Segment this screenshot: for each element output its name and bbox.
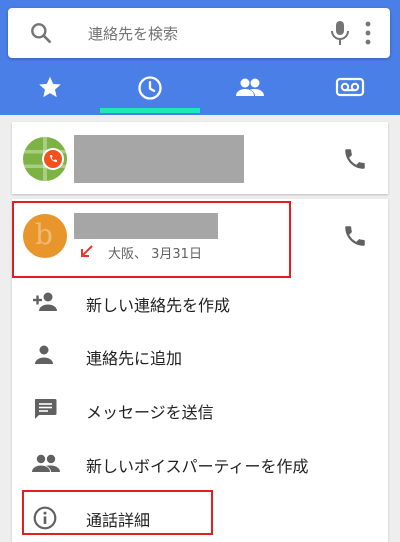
search-input[interactable]: 連絡先を検索 xyxy=(88,23,178,44)
create-voice-party-option[interactable]: 新しいボイスパーティーを作成 xyxy=(12,436,388,490)
voicemail-icon xyxy=(335,74,365,108)
missed-badge-icon xyxy=(42,148,64,170)
people-icon xyxy=(235,74,265,108)
message-icon xyxy=(32,397,60,425)
send-message-option[interactable]: メッセージを送信 xyxy=(12,382,388,436)
more-vert-icon[interactable] xyxy=(365,21,371,49)
star-icon xyxy=(37,74,63,108)
app-header: 連絡先を検索 xyxy=(0,0,400,115)
active-tab-indicator xyxy=(100,108,200,113)
menu-label: 新しい連絡先を作成 xyxy=(86,296,231,315)
highlight-box-call-details xyxy=(22,490,213,535)
person-add-icon xyxy=(32,290,60,318)
mic-icon[interactable] xyxy=(329,19,351,51)
call-log-item[interactable] xyxy=(12,122,388,194)
add-to-contact-option[interactable]: 連絡先に追加 xyxy=(12,328,388,382)
person-icon xyxy=(32,343,60,371)
tab-contacts[interactable] xyxy=(220,74,280,108)
tab-voicemail[interactable] xyxy=(320,74,380,108)
create-contact-option[interactable]: 新しい連絡先を作成 xyxy=(12,275,388,329)
phone-icon[interactable] xyxy=(342,146,368,176)
redacted-name xyxy=(74,135,244,183)
search-icon[interactable] xyxy=(28,20,54,50)
phone-icon[interactable] xyxy=(342,223,368,253)
tab-favorites[interactable] xyxy=(20,74,80,108)
group-icon xyxy=(32,451,62,479)
highlight-box-call-item xyxy=(12,201,291,278)
menu-label: 連絡先に追加 xyxy=(86,349,183,368)
menu-label: 新しいボイスパーティーを作成 xyxy=(86,457,309,476)
search-bar[interactable]: 連絡先を検索 xyxy=(8,8,390,58)
clock-icon xyxy=(136,74,164,108)
tab-recent[interactable] xyxy=(120,74,180,108)
menu-label: メッセージを送信 xyxy=(86,403,214,422)
